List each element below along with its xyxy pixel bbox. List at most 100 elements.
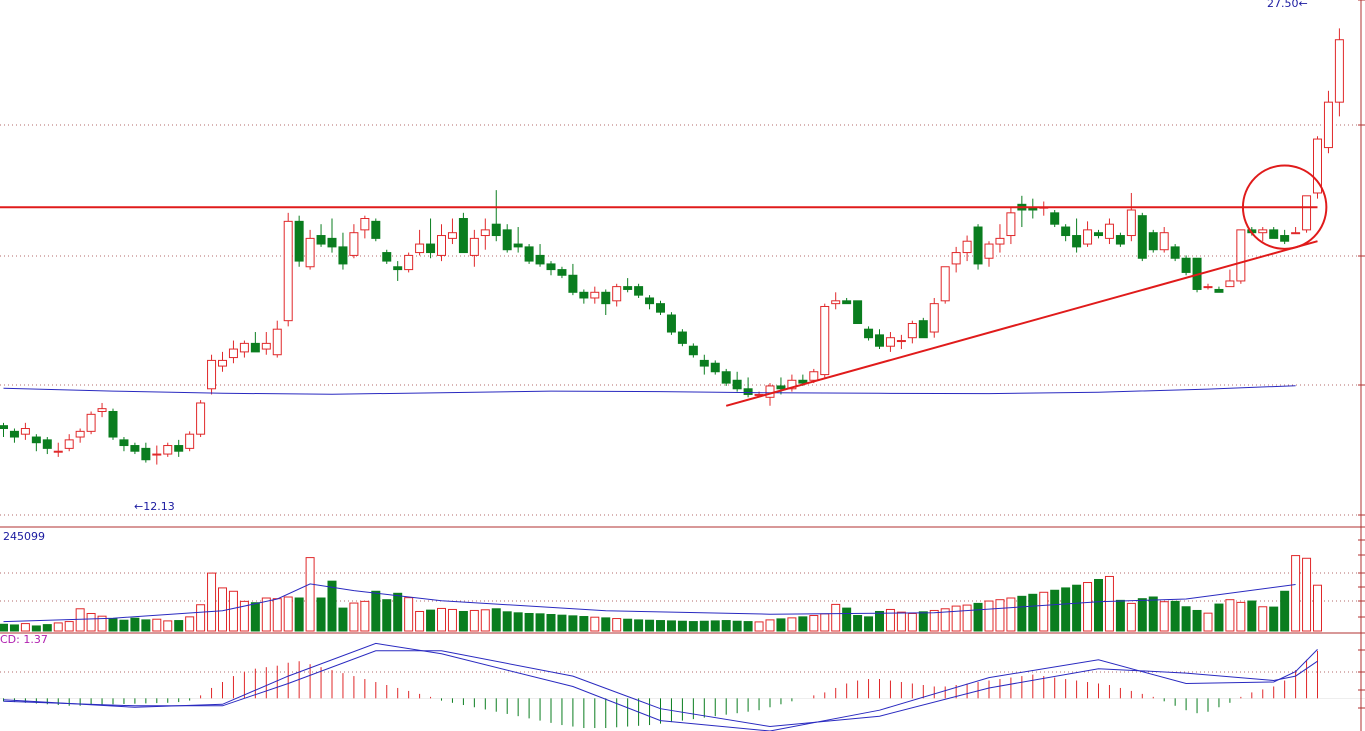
volume-bar <box>75 608 85 632</box>
volume-bar <box>1104 575 1114 632</box>
volume-bar <box>579 616 589 632</box>
candle <box>1148 229 1158 253</box>
candle <box>447 218 457 245</box>
volume-series <box>0 555 1322 632</box>
candle-body <box>721 371 731 384</box>
volume-bar <box>513 612 523 632</box>
candle-body <box>239 342 249 353</box>
candle <box>1269 227 1279 239</box>
candle-body <box>1061 226 1071 237</box>
candle-body <box>535 254 545 265</box>
candle-body <box>951 252 961 265</box>
volume-bar <box>1291 555 1301 632</box>
candle <box>1094 229 1103 239</box>
volume-bar <box>130 617 140 632</box>
volume-bar <box>1050 589 1060 632</box>
volume-bar <box>798 616 808 632</box>
candle-body <box>1170 246 1180 259</box>
candle <box>480 218 490 250</box>
volume-bar <box>196 604 206 632</box>
candle <box>1258 227 1268 242</box>
candle-body <box>940 266 950 302</box>
candle-body <box>568 274 578 293</box>
macd-label: CD: 1.37 <box>0 633 48 646</box>
candle-body <box>447 232 457 239</box>
volume-bar <box>185 616 195 632</box>
candle <box>842 297 852 305</box>
candlestick-series <box>0 28 1344 465</box>
volume-bar <box>1214 603 1224 632</box>
volume-bar <box>338 607 348 632</box>
volume-bar <box>535 613 545 632</box>
volume-bar <box>1269 606 1279 632</box>
candle-body <box>1236 229 1246 282</box>
price-moving-average <box>3 385 1296 395</box>
candle <box>1170 244 1180 262</box>
candle-body <box>1269 229 1279 239</box>
volume-bar <box>283 596 293 632</box>
candle-body <box>842 300 852 305</box>
candle-body <box>929 303 939 333</box>
candle-body <box>185 433 195 449</box>
candle <box>141 442 151 463</box>
volume-bar <box>1203 612 1213 632</box>
volume-bar <box>820 613 830 632</box>
candle <box>152 445 162 465</box>
candle <box>437 224 446 262</box>
volume-bar <box>261 597 271 632</box>
volume-bar <box>437 607 446 632</box>
volume-bar <box>1159 601 1169 632</box>
volume-bar <box>634 619 644 632</box>
candle <box>1181 255 1191 276</box>
candle-body <box>9 430 19 438</box>
candle-body <box>776 385 786 390</box>
candle-body <box>634 286 644 296</box>
candle-body <box>1334 39 1344 103</box>
candle <box>623 278 633 293</box>
candle-body <box>480 229 490 237</box>
candle <box>64 434 74 452</box>
macd-series <box>0 642 1365 731</box>
candle <box>535 244 545 267</box>
candle <box>239 340 249 358</box>
volume-bar <box>1181 606 1191 632</box>
volume-bar <box>929 609 939 632</box>
candle-body <box>426 243 436 254</box>
volume-bar <box>1072 584 1082 632</box>
candle <box>1236 229 1246 284</box>
volume-bar <box>1028 593 1038 632</box>
candle-body <box>141 447 151 461</box>
volume-bar <box>710 620 720 632</box>
volume-bar <box>699 620 709 632</box>
candle-body <box>1159 232 1169 251</box>
candle <box>579 289 589 304</box>
candle <box>820 303 830 378</box>
candle-body <box>502 229 512 251</box>
volume-bar <box>469 609 479 632</box>
candle-body <box>743 388 753 395</box>
candle <box>469 229 479 267</box>
candle-body <box>1181 257 1191 273</box>
candle <box>371 218 381 242</box>
candle <box>699 354 709 375</box>
candle-body <box>688 345 698 356</box>
candle <box>404 252 414 273</box>
candle-body <box>809 371 819 381</box>
volume-bar <box>86 612 96 632</box>
candle-body <box>1050 212 1060 225</box>
volume-bar <box>250 602 260 632</box>
volume-bar <box>677 620 687 632</box>
volume-bar <box>973 602 983 632</box>
volume-bar <box>327 580 337 632</box>
volume-bar <box>546 614 556 632</box>
candle <box>305 229 315 270</box>
volume-bar <box>623 618 633 632</box>
candle-body <box>820 305 830 376</box>
candle <box>9 428 19 443</box>
candle-body <box>1006 212 1016 237</box>
candle <box>393 261 403 281</box>
volume-bar <box>1039 591 1049 632</box>
candle-body <box>218 359 227 367</box>
candle <box>53 442 63 457</box>
candle-body <box>962 240 972 254</box>
